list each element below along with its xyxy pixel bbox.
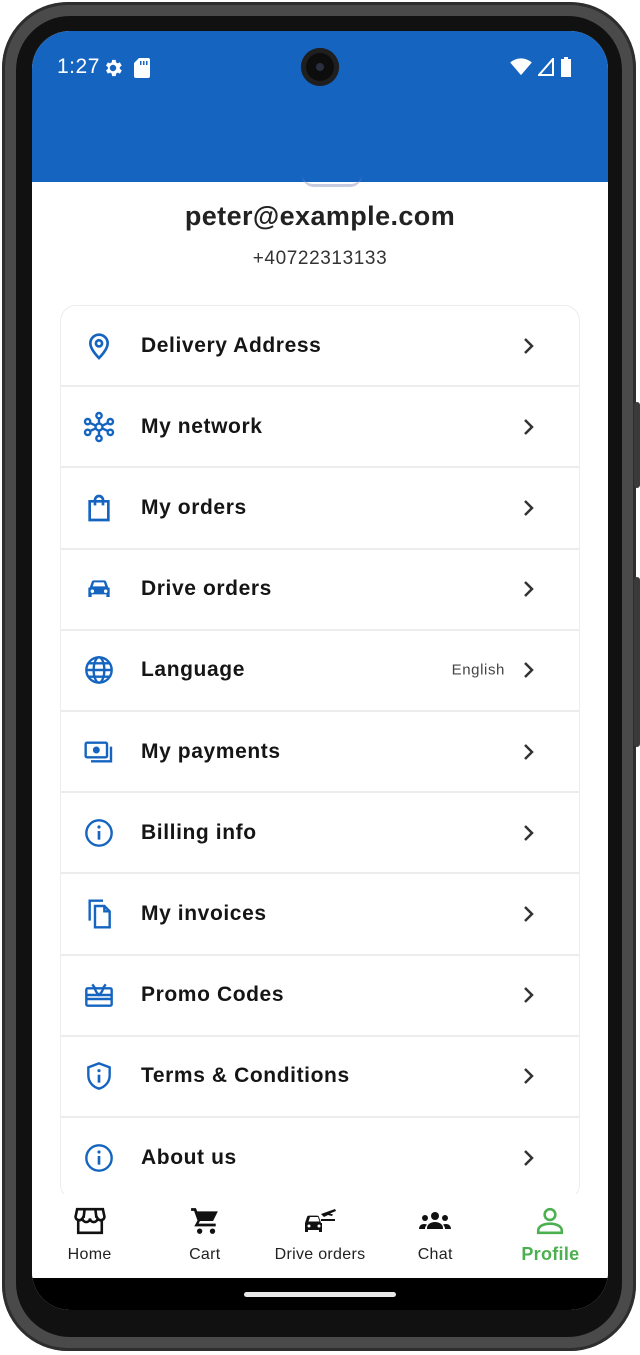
payments-icon xyxy=(84,740,113,763)
signal-icon xyxy=(538,58,554,76)
wifi-icon xyxy=(510,58,532,76)
profile-phone: +40722313133 xyxy=(252,248,388,269)
menu-item-label: My network xyxy=(141,414,263,438)
status-right-icons xyxy=(510,57,572,77)
chevron-right-icon xyxy=(524,987,534,1003)
battery-icon xyxy=(561,57,571,77)
menu-item-label: Promo Codes xyxy=(141,983,285,1007)
chevron-right-icon xyxy=(524,1068,534,1085)
chevron-right-icon xyxy=(524,500,534,516)
menu-item-label: Billing info xyxy=(141,820,257,844)
car-delivery-icon xyxy=(305,1209,336,1232)
home-gesture-pill[interactable] xyxy=(244,1292,396,1297)
menu-item-label: About us xyxy=(141,1146,237,1170)
documents-icon xyxy=(88,899,111,929)
menu-item-label: Language xyxy=(141,658,245,682)
front-camera xyxy=(301,48,339,86)
menu-item-label: My invoices xyxy=(141,901,267,925)
bottom-navigation: Home Cart Drive orders Chat Profile xyxy=(32,1194,608,1278)
menu-item-drive-orders[interactable]: Drive orders xyxy=(61,549,579,631)
chevron-right-icon xyxy=(524,824,534,841)
gesture-navigation-area xyxy=(32,1278,608,1310)
menu-item-billing-info[interactable]: Billing info xyxy=(61,793,579,875)
nav-chat[interactable]: Chat xyxy=(378,1194,493,1278)
menu-item-about-us[interactable]: About us xyxy=(61,1117,579,1200)
nav-drive-orders[interactable]: Drive orders xyxy=(262,1194,377,1278)
avatar[interactable] xyxy=(302,175,362,187)
chevron-right-icon xyxy=(524,337,534,354)
menu-item-label: My orders xyxy=(141,495,247,519)
group-icon xyxy=(419,1212,452,1229)
volume-button xyxy=(634,402,640,488)
location-pin-icon xyxy=(88,332,110,360)
status-time: 1:27 xyxy=(57,55,100,78)
chevron-right-icon xyxy=(524,581,534,598)
chevron-right-icon xyxy=(524,906,534,922)
chevron-right-icon xyxy=(524,662,534,679)
store-icon xyxy=(73,1207,106,1235)
menu-item-my-payments[interactable]: My payments xyxy=(61,711,579,794)
car-icon xyxy=(88,580,110,598)
nav-label: Drive orders xyxy=(274,1246,366,1263)
status-left-icons xyxy=(102,57,150,79)
menu-item-delivery-address[interactable]: Delivery Address xyxy=(61,306,579,388)
profile-email: peter@example.com xyxy=(184,201,456,231)
menu-item-my-invoices[interactable]: My invoices xyxy=(61,874,579,956)
chevron-right-icon xyxy=(524,418,534,435)
nav-cart[interactable]: Cart xyxy=(147,1194,262,1278)
sd-card-icon xyxy=(134,58,150,78)
language-value: English xyxy=(451,661,505,679)
menu-item-terms-conditions[interactable]: Terms & Conditions xyxy=(61,1036,579,1118)
shopping-bag-icon xyxy=(88,494,110,522)
menu-item-label: Terms & Conditions xyxy=(141,1064,350,1088)
chevron-right-icon xyxy=(524,743,534,760)
profile-menu: Delivery Address My network My orders Dr… xyxy=(60,305,580,1201)
person-icon xyxy=(537,1207,564,1235)
nav-profile[interactable]: Profile xyxy=(493,1194,608,1278)
menu-item-promo-codes[interactable]: Promo Codes xyxy=(61,955,579,1037)
menu-item-label: Delivery Address xyxy=(141,333,322,357)
network-icon xyxy=(83,411,115,442)
globe-icon xyxy=(85,656,113,685)
gift-card-icon xyxy=(85,983,113,1007)
nav-label: Home xyxy=(67,1246,112,1263)
info-icon xyxy=(85,1144,113,1173)
cart-icon xyxy=(190,1208,218,1234)
nav-label: Cart xyxy=(189,1246,221,1263)
status-bar-header: 1:27 xyxy=(32,31,608,182)
nav-label: Profile xyxy=(521,1244,580,1264)
nav-home[interactable]: Home xyxy=(32,1194,147,1278)
menu-item-my-orders[interactable]: My orders xyxy=(61,468,579,550)
shield-info-icon xyxy=(87,1062,111,1091)
app-screen: 1:27 peter@example.com +40722313133 Deli… xyxy=(32,31,608,1310)
settings-gear-icon xyxy=(106,59,122,77)
chevron-right-icon xyxy=(524,1150,534,1167)
menu-item-label: Drive orders xyxy=(141,577,272,601)
info-icon xyxy=(85,818,113,847)
power-button xyxy=(634,577,640,747)
menu-item-my-network[interactable]: My network xyxy=(61,387,579,469)
menu-item-label: My payments xyxy=(141,739,281,763)
nav-label: Chat xyxy=(417,1246,453,1263)
menu-item-language[interactable]: Language English xyxy=(61,630,579,712)
